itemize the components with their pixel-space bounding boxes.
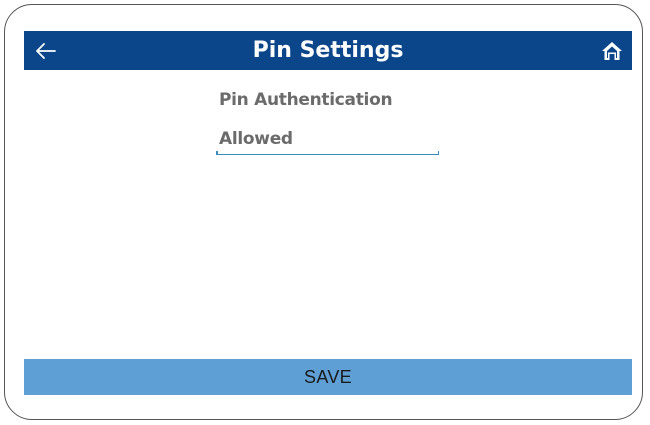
home-button[interactable] xyxy=(592,31,632,70)
back-button[interactable] xyxy=(24,31,68,70)
field-underline xyxy=(216,153,439,155)
pin-authentication-label: Pin Authentication xyxy=(219,90,393,110)
header-bar: Pin Settings xyxy=(24,31,632,70)
arrow-left-icon xyxy=(36,42,56,59)
field-underline-tick-left xyxy=(216,151,218,155)
field-underline-tick-right xyxy=(437,151,439,155)
home-icon xyxy=(602,41,622,60)
save-button-label: SAVE xyxy=(304,366,352,387)
pin-authentication-select[interactable]: Allowed xyxy=(216,127,439,155)
save-button[interactable]: SAVE xyxy=(24,359,632,395)
page-title: Pin Settings xyxy=(252,38,404,63)
pin-authentication-value: Allowed xyxy=(219,129,293,149)
